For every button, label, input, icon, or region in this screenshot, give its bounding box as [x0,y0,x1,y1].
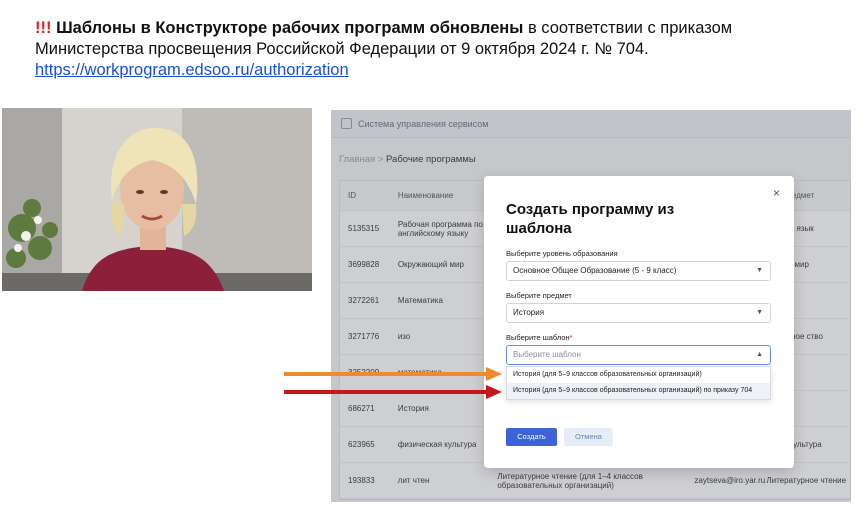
create-from-template-dialog: × Создать программу из шаблона Выберите … [484,176,794,468]
level-label: Выберите уровень образования [506,249,618,258]
dialog-title: Создать программу из шаблона [506,201,675,237]
template-options-list: История (для 5–9 классов образовательных… [506,366,771,400]
annotation-arrows [284,367,502,399]
close-icon[interactable]: × [773,186,780,200]
headline-text: !!! Шаблоны в Конструкторе рабочих прогр… [35,18,835,81]
subject-value: История [513,308,545,317]
chevron-down-icon: ▼ [756,309,763,316]
orange-arrow-icon [284,367,502,381]
subject-select[interactable]: История ▼ [506,303,771,323]
authorization-link[interactable]: https://workprogram.edsoo.ru/authorizati… [35,60,349,81]
template-label-text: Выберите шаблон [506,333,570,342]
level-value: Основное Общее Образование (5 - 9 класс) [513,266,677,275]
webcam-video [2,108,312,291]
template-placeholder: Выберите шаблон [513,350,581,359]
red-arrow-icon [284,385,502,399]
template-label: Выберите шаблон* [506,333,573,342]
cancel-button[interactable]: Отмена [564,428,613,446]
chevron-up-icon: ▲ [756,351,763,358]
template-option-highlighted[interactable]: История (для 5–9 классов образовательных… [507,383,770,399]
required-mark: * [569,333,573,342]
headline-bold: Шаблоны в Конструкторе рабочих программ … [56,19,524,37]
create-button[interactable]: Создать [506,428,557,446]
level-select[interactable]: Основное Общее Образование (5 - 9 класс)… [506,261,771,281]
subject-label: Выберите предмет [506,291,572,300]
exclamation: !!! [35,19,52,37]
chevron-down-icon: ▼ [756,267,763,274]
template-select[interactable]: Выберите шаблон ▲ [506,345,771,365]
template-option[interactable]: История (для 5–9 классов образовательных… [507,367,770,383]
